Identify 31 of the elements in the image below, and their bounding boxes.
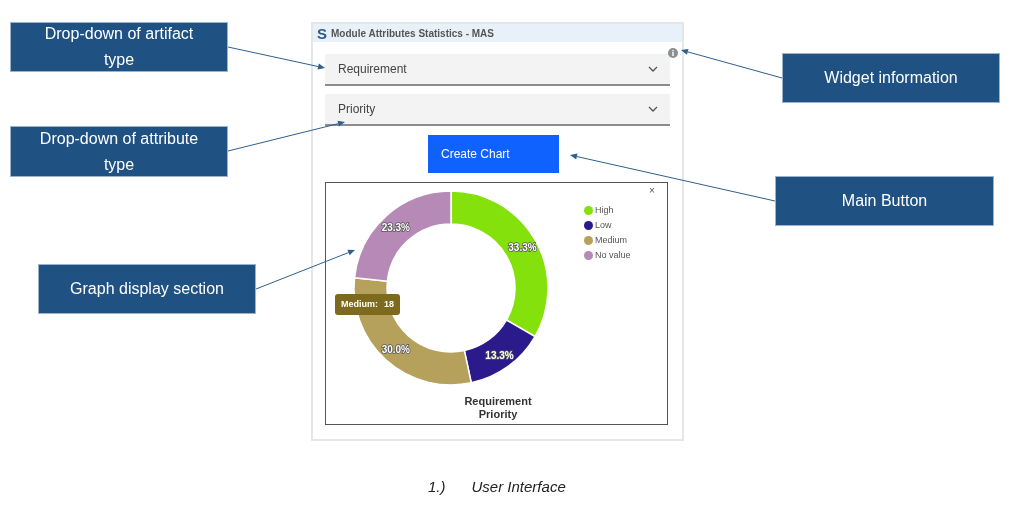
legend-item[interactable]: Low — [584, 218, 631, 233]
value-label: 13.3% — [485, 349, 514, 361]
create-chart-button[interactable]: Create Chart — [428, 135, 559, 173]
chevron-icon — [648, 66, 658, 72]
dropdown-value: Priority — [338, 101, 376, 118]
caption-text: User Interface — [471, 477, 566, 497]
tooltip-label: Medium: — [341, 297, 378, 311]
legend-item[interactable]: High — [584, 203, 631, 218]
value-label: 30.0% — [381, 344, 410, 356]
callout-box: Main Button — [775, 176, 994, 226]
close-icon[interactable]: × — [649, 186, 655, 196]
dropdown[interactable]: Requirement — [325, 54, 670, 86]
callout-box: Graph display section — [38, 264, 256, 314]
legend-item[interactable]: No value — [584, 248, 631, 263]
value-label: 33.3% — [508, 241, 537, 253]
dropdown[interactable]: Priority — [325, 94, 670, 126]
chart-title: Requirement Priority — [463, 395, 533, 421]
donut-slice[interactable] — [450, 190, 549, 338]
callout-box: Drop-down of attribute type — [10, 126, 228, 177]
dropdown-value: Requirement — [338, 61, 407, 78]
caption-number: 1.) — [428, 477, 446, 497]
value-label: 23.3% — [381, 221, 410, 233]
info-icon[interactable] — [668, 48, 678, 58]
callout-box: Drop-down of artifact type — [10, 22, 228, 72]
donut-slice[interactable] — [463, 319, 536, 384]
window-title: Module Attributes Statistics - MAS — [331, 26, 494, 41]
tooltip-value: 18 — [384, 297, 394, 311]
chevron-icon — [648, 106, 658, 112]
logo-icon: S — [317, 25, 327, 41]
callout-box: Widget information — [782, 53, 1000, 103]
legend-item[interactable]: Medium — [584, 233, 631, 248]
